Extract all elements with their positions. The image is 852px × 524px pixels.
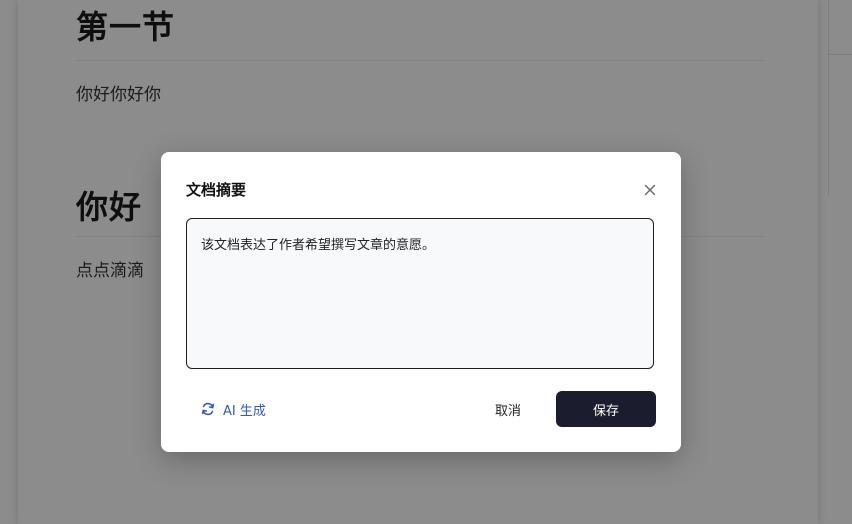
document-summary-dialog: 文档摘要 该文档表达了作者希望撰写文章的意愿。 AI 生成 取消 保存	[161, 152, 681, 452]
refresh-icon	[202, 402, 214, 416]
summary-textarea-container: 该文档表达了作者希望撰写文章的意愿。	[186, 218, 654, 369]
ai-generate-button[interactable]: AI 生成	[201, 398, 266, 420]
ai-generate-label: AI 生成	[223, 403, 266, 419]
summary-textarea[interactable]: 该文档表达了作者希望撰写文章的意愿。	[187, 219, 653, 368]
close-icon	[644, 184, 656, 196]
save-button[interactable]: 保存	[556, 391, 656, 427]
dialog-title: 文档摘要	[186, 181, 247, 199]
cancel-label: 取消	[494, 403, 521, 419]
close-button[interactable]	[640, 180, 660, 200]
save-label: 保存	[592, 403, 619, 419]
cancel-button[interactable]: 取消	[479, 391, 537, 427]
